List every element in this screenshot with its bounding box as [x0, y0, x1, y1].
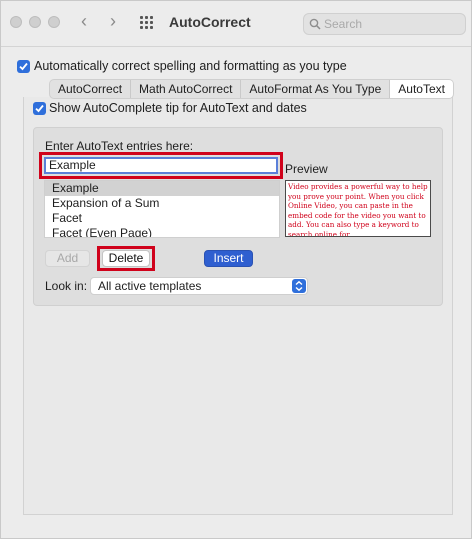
grid-icon[interactable] — [140, 16, 154, 30]
add-button[interactable]: Add — [45, 250, 90, 267]
auto-correct-checkbox[interactable] — [17, 60, 30, 73]
search-icon — [309, 18, 321, 30]
tab-bar: AutoCorrect Math AutoCorrect AutoFormat … — [49, 79, 454, 99]
auto-correct-label: Automatically correct spelling and forma… — [34, 59, 347, 73]
list-item[interactable]: Example — [45, 181, 279, 196]
popup-stepper-icon — [292, 279, 306, 293]
list-item[interactable]: Expansion of a Sum — [45, 196, 279, 211]
forward-chevron-icon[interactable]: › — [110, 11, 116, 31]
minimize-window-button[interactable] — [29, 16, 41, 28]
autocorrect-window: ‹ › AutoCorrect Search Automatically cor… — [0, 0, 472, 539]
window-title: AutoCorrect — [169, 14, 251, 30]
title-bar: ‹ › AutoCorrect Search — [1, 1, 471, 47]
insert-button[interactable]: Insert — [204, 250, 253, 267]
preview-label: Preview — [285, 162, 328, 176]
tab-autocorrect[interactable]: AutoCorrect — [50, 80, 132, 98]
delete-highlight-box: Delete — [97, 246, 155, 271]
search-field[interactable]: Search — [303, 13, 466, 35]
look-in-value: All active templates — [98, 279, 202, 293]
list-item[interactable]: Facet — [45, 211, 279, 226]
autotext-entry-input[interactable]: Example — [44, 157, 278, 174]
back-chevron-icon[interactable]: ‹ — [81, 11, 87, 31]
checkmark-icon — [35, 104, 44, 113]
entry-highlight-box: Example — [39, 152, 283, 179]
list-item[interactable]: Facet (Even Page) — [45, 226, 279, 237]
show-tip-label: Show AutoComplete tip for AutoText and d… — [49, 101, 307, 115]
tab-math-autocorrect[interactable]: Math AutoCorrect — [131, 80, 242, 98]
close-window-button[interactable] — [10, 16, 22, 28]
enter-entries-label: Enter AutoText entries here: — [45, 139, 194, 153]
preview-box: Video provides a powerful way to help yo… — [285, 180, 431, 237]
zoom-window-button[interactable] — [48, 16, 60, 28]
delete-button[interactable]: Delete — [102, 250, 150, 267]
autotext-entries-list[interactable]: Example Expansion of a Sum Facet Facet (… — [44, 180, 280, 238]
tab-autoformat-as-you-type[interactable]: AutoFormat As You Type — [241, 80, 391, 98]
checkmark-icon — [19, 62, 28, 71]
look-in-select[interactable]: All active templates — [90, 277, 308, 295]
look-in-label: Look in: — [45, 279, 88, 293]
search-placeholder: Search — [324, 17, 363, 31]
show-tip-checkbox[interactable] — [33, 102, 46, 115]
tab-autotext[interactable]: AutoText — [390, 80, 453, 98]
